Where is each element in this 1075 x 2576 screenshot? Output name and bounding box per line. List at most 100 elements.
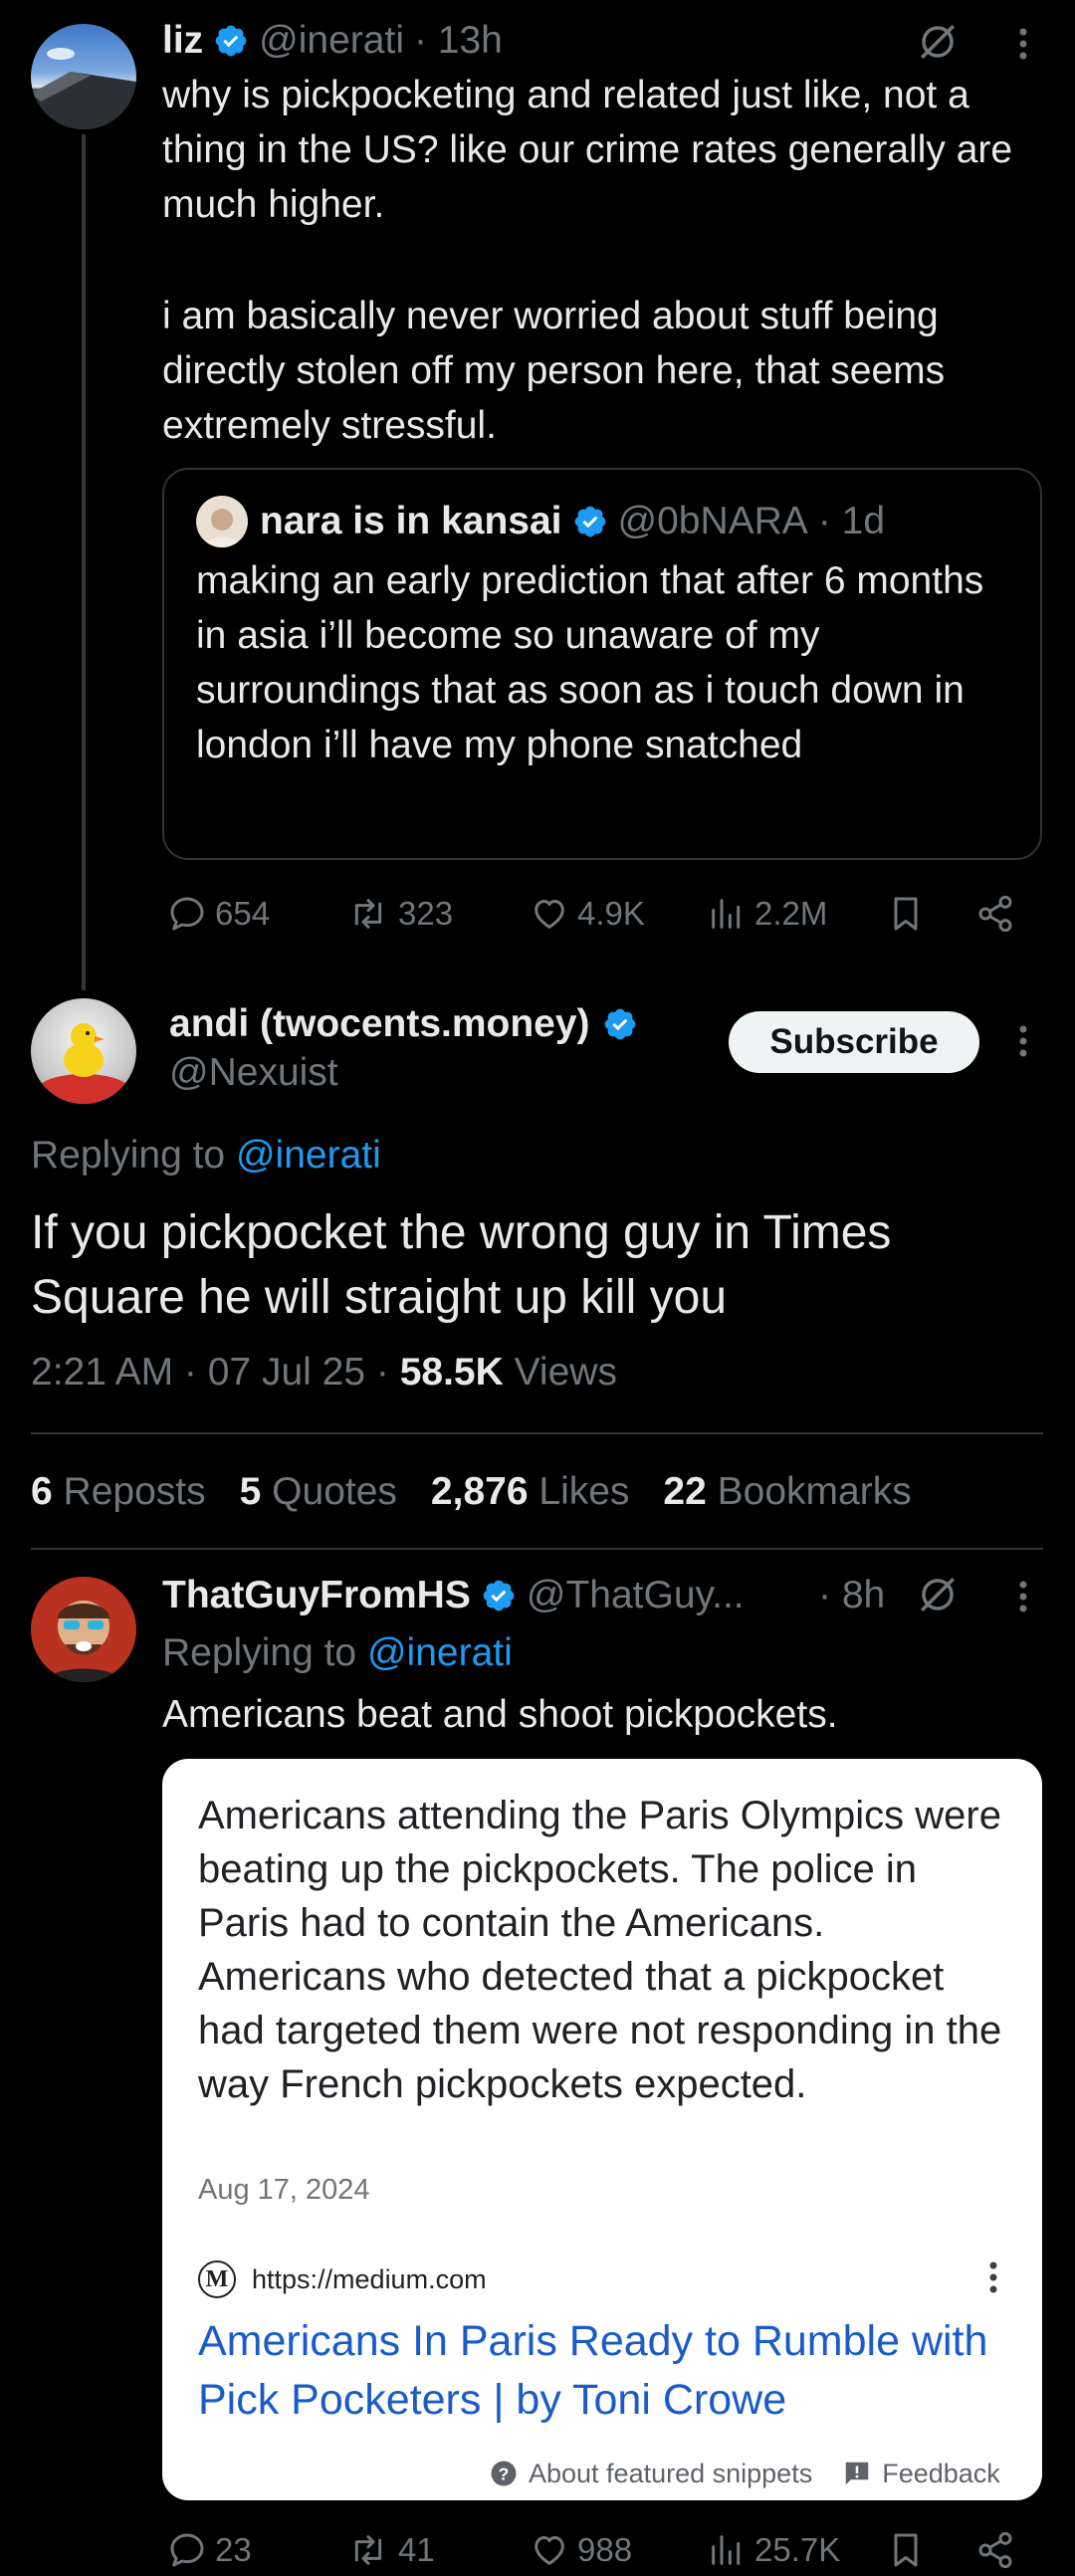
share-icon (978, 895, 1012, 933)
avatar-image-icon (45, 1601, 122, 1682)
view-count: 58.5K (399, 1351, 504, 1394)
svg-text:?: ? (499, 2464, 510, 2483)
engagement-stats: 6 Reposts 5 Quotes 2,876 Likes 22 Bookma… (31, 1465, 912, 1519)
snippet-more-icon[interactable] (988, 2260, 1008, 2300)
share-button[interactable] (975, 894, 1015, 939)
repost-count: 323 (398, 895, 454, 932)
feedback-icon (845, 2462, 869, 2485)
main-tweet-text: If you pickpocket the wrong guy in Times… (31, 1206, 892, 1324)
verified-badge-icon (215, 25, 247, 57)
reply-button[interactable]: 654 (167, 894, 270, 934)
reply-icon (170, 897, 204, 931)
attached-image[interactable]: Americans attending the Paris Olympics w… (162, 1759, 1042, 2500)
reposts-stat[interactable]: 6 Reposts (31, 1465, 206, 1519)
like-count: 988 (577, 2531, 633, 2568)
snippet-date: Aug 17, 2024 (198, 2174, 370, 2206)
replying-to-label: Replying to (162, 1631, 357, 1674)
subscribe-button[interactable]: Subscribe (729, 1011, 979, 1073)
bookmark-button[interactable] (886, 894, 926, 939)
avatar-image-icon (31, 48, 136, 129)
reply-text: Americans beat and shoot pickpockets. (162, 1693, 838, 1736)
source-favicon: M (198, 2260, 236, 2298)
reposts-count: 6 (31, 1470, 53, 1513)
timestamp[interactable]: · 8h (818, 1569, 885, 1622)
snippet-text: Americans attending the Paris Olympics w… (198, 1794, 1002, 2106)
tweet-text: why is pickpocketing and related just li… (162, 74, 1013, 226)
reply-count: 654 (215, 895, 271, 932)
views-icon (712, 2535, 741, 2565)
tweet-text: i am basically never worried about stuff… (162, 295, 946, 447)
author-handle[interactable]: @ThatGuy... (527, 1574, 745, 1617)
repost-icon (354, 2535, 382, 2565)
verified-badge-icon (574, 506, 605, 537)
avatar[interactable] (31, 998, 136, 1104)
bookmark-icon (894, 2533, 918, 2567)
author-name[interactable]: liz (162, 19, 203, 63)
more-options-icon[interactable] (1005, 1573, 1041, 1620)
like-button[interactable]: 988 (530, 2530, 632, 2570)
thread-line (82, 134, 86, 990)
quote-timestamp: · 1d (817, 500, 886, 542)
views-label: Views (514, 1351, 617, 1394)
replying-to-label: Replying to (31, 1134, 226, 1177)
source-url[interactable]: https://medium.com (252, 2260, 487, 2298)
bookmark-button[interactable] (886, 2530, 926, 2575)
likes-label: Likes (538, 1470, 630, 1513)
quote-text: making an early prediction that after 6 … (196, 559, 984, 766)
likes-count: 2,876 (430, 1470, 529, 1513)
author-name[interactable]: andi (twocents.money) (169, 1002, 590, 1046)
more-options-icon[interactable] (1005, 20, 1041, 68)
views-count: 25.7K (754, 2531, 841, 2568)
grok-icon[interactable] (914, 18, 962, 66)
repost-button[interactable]: 41 (346, 2530, 435, 2570)
quote-card[interactable]: nara is in kansai @0bNARA · 1d making an… (162, 468, 1042, 860)
avatar (196, 496, 248, 547)
like-count: 4.9K (577, 895, 645, 932)
grok-icon[interactable] (914, 1571, 962, 1618)
avatar[interactable] (31, 1577, 136, 1682)
verified-badge-icon (604, 1008, 635, 1040)
help-icon: ? (491, 2461, 517, 2486)
divider (31, 1432, 1043, 1434)
post-time[interactable]: 2:21 AM · 07 Jul 25 · (31, 1351, 400, 1394)
like-button[interactable]: 4.9K (530, 894, 645, 934)
author-name[interactable]: ThatGuyFromHS (162, 1574, 471, 1617)
bookmark-icon (894, 897, 918, 931)
bookmarks-label: Bookmarks (717, 1470, 912, 1513)
more-options-icon[interactable] (1005, 1017, 1041, 1065)
favicon-letter: M (205, 2265, 229, 2292)
avatar[interactable] (31, 24, 136, 129)
quotes-label: Quotes (272, 1470, 397, 1513)
bookmarks-count: 22 (663, 1470, 707, 1513)
author-handle[interactable]: @inerati (259, 19, 404, 63)
replying-to-link[interactable]: @inerati (236, 1134, 381, 1177)
snippet-link[interactable]: Americans In Paris Ready to Rumble with … (198, 2312, 994, 2430)
repost-button[interactable]: 323 (346, 894, 453, 934)
views-count: 2.2M (754, 895, 828, 932)
avatar-image-icon (204, 509, 240, 547)
likes-stat[interactable]: 2,876 Likes (431, 1465, 630, 1519)
feedback-link[interactable]: Feedback (882, 2459, 1000, 2489)
reposts-label: Reposts (63, 1470, 206, 1513)
avatar-image-icon (38, 1023, 129, 1104)
reply-button[interactable]: 23 (167, 2530, 252, 2570)
replying-to-link[interactable]: @inerati (367, 1631, 513, 1674)
heart-icon (535, 2536, 564, 2565)
quotes-count: 5 (239, 1470, 262, 1513)
quote-author-handle: @0bNARA (617, 500, 808, 542)
repost-count: 41 (398, 2531, 435, 2568)
views-button[interactable]: 25.7K (707, 2530, 840, 2570)
author-handle[interactable]: @Nexuist (169, 1047, 338, 1099)
timestamp[interactable]: · 13h (414, 19, 503, 63)
heart-icon (535, 900, 564, 929)
share-button[interactable] (975, 2530, 1015, 2575)
repost-icon (354, 899, 382, 929)
views-icon (712, 899, 741, 929)
about-snippets-link[interactable]: About featured snippets (529, 2459, 812, 2489)
quotes-stat[interactable]: 5 Quotes (240, 1465, 397, 1519)
share-icon (978, 2531, 1012, 2569)
reply-icon (170, 2533, 204, 2567)
views-button[interactable]: 2.2M (707, 894, 827, 934)
divider (31, 1548, 1043, 1550)
bookmarks-stat[interactable]: 22 Bookmarks (663, 1465, 911, 1519)
